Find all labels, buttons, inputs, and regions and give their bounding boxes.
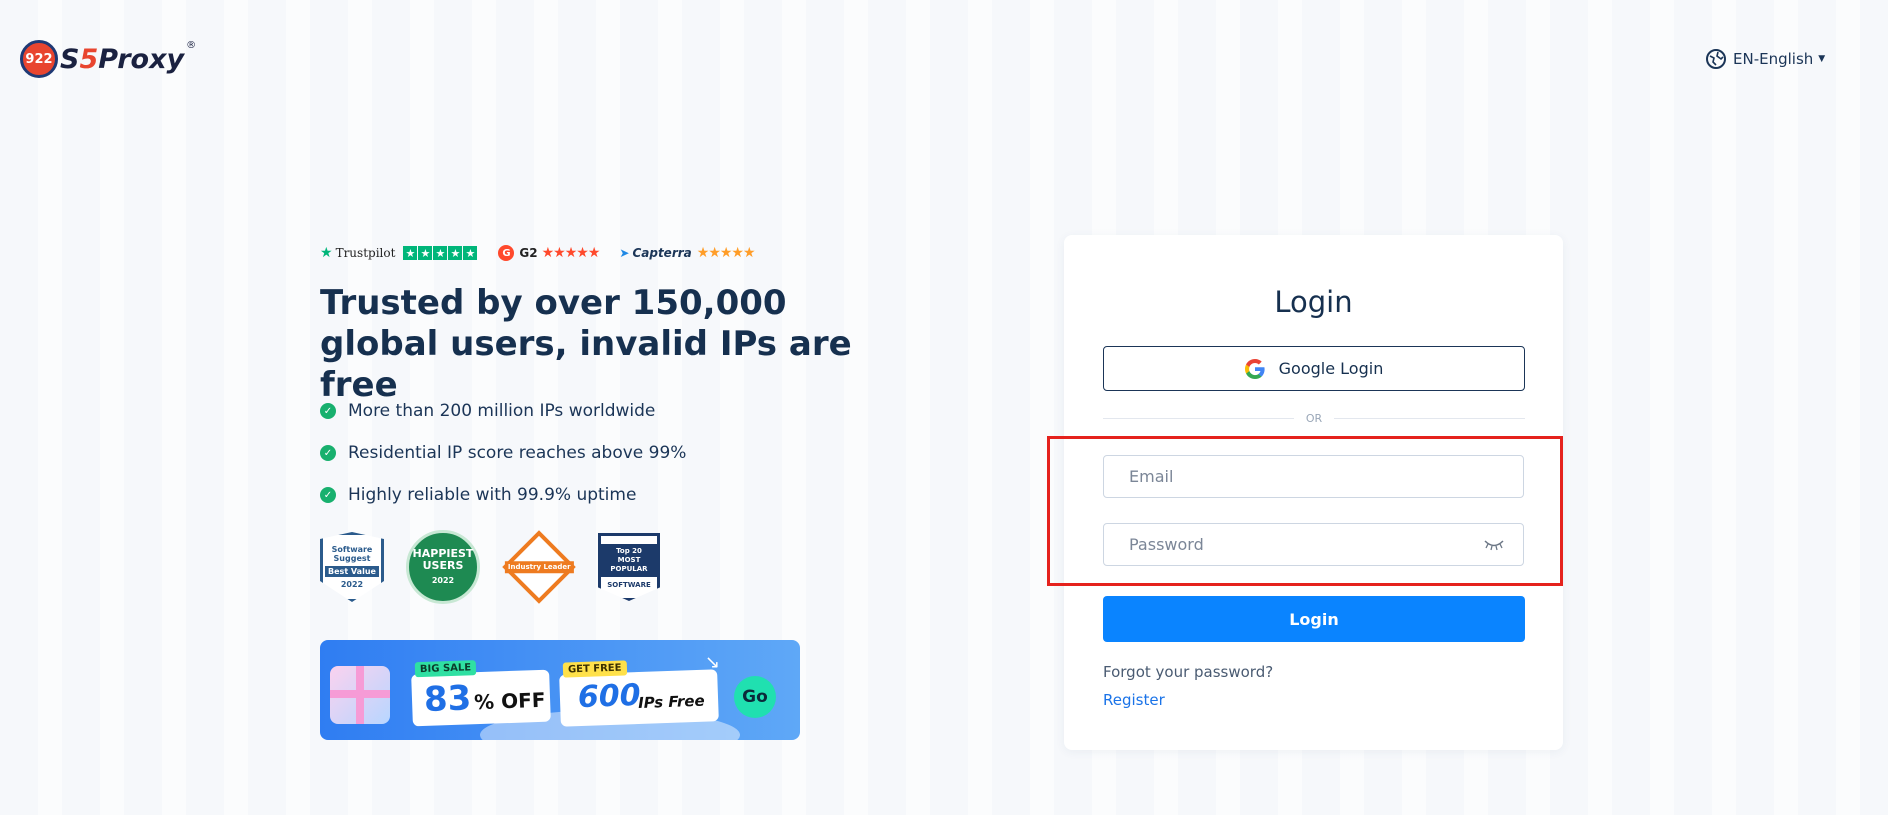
free-ip-suffix: IPs Free (637, 691, 705, 713)
big-sale-tag: BIG SALE (414, 660, 477, 678)
registered-mark: ® (186, 40, 197, 51)
g2-rating: G G2 ★★★★★ (498, 245, 601, 261)
capterra-rating: ➤ Capterra ★★★★★ (619, 245, 756, 261)
language-selector[interactable]: EN-English ▼ (1705, 48, 1825, 70)
login-title: Login (1274, 285, 1353, 319)
chevron-down-icon: ▼ (1818, 54, 1826, 64)
google-icon (1244, 358, 1265, 379)
trustpilot-rating: ★ Trustpilot ★ ★ ★ ★ ★ (320, 245, 478, 261)
capterra-logo-icon: ➤ (619, 246, 630, 260)
capterra-name: Capterra (632, 246, 692, 260)
eye-closed-icon[interactable] (1483, 538, 1505, 552)
promo-banner[interactable]: BIG SALE 83 % OFF GET FREE 600 IPs Free … (320, 640, 800, 740)
trustpilot-star-icon: ★ (320, 245, 333, 261)
curved-arrow-icon: ↘ (705, 652, 721, 673)
brand-logo[interactable]: 922 S5Proxy ® (20, 40, 196, 78)
register-link[interactable]: Register (1103, 691, 1165, 709)
email-input[interactable] (1129, 467, 1459, 486)
get-free-tag: GET FREE (562, 660, 627, 678)
feature-list: ✓ More than 200 million IPs worldwide ✓ Re… (320, 390, 686, 516)
password-input[interactable] (1129, 535, 1459, 554)
go-button[interactable]: Go (734, 676, 776, 718)
discount-card: BIG SALE 83 % OFF (411, 660, 551, 727)
hero-headline: Trusted by over 150,000 global users, in… (320, 283, 852, 405)
most-popular-badge: Top 20 MOST POPULAR SOFTWARE (598, 533, 660, 601)
background-pattern (0, 0, 1888, 815)
or-divider: OR (1103, 411, 1525, 425)
login-card: Login Google Login OR Login Forgot your … (1064, 235, 1563, 750)
g2-stars: ★★★★★ (541, 245, 601, 261)
login-submit-button[interactable]: Login (1103, 596, 1525, 642)
check-circle-icon: ✓ (320, 487, 336, 503)
feature-item: ✓ Highly reliable with 99.9% uptime (320, 474, 686, 516)
discount-suffix: % OFF (473, 687, 546, 715)
globe-icon (1706, 49, 1726, 69)
trustpilot-stars: ★ ★ ★ ★ ★ (403, 246, 478, 260)
discount-value: 83 (423, 678, 473, 720)
logo-text: S5Proxy (60, 43, 185, 75)
forgot-password-link[interactable]: Forgot your password? (1103, 663, 1273, 681)
feature-item: ✓ Residential IP score reaches above 99% (320, 432, 686, 474)
language-label: EN-English (1733, 50, 1814, 68)
password-field[interactable] (1103, 523, 1524, 566)
check-circle-icon: ✓ (320, 445, 336, 461)
email-field[interactable] (1103, 455, 1524, 498)
capterra-stars: ★★★★★ (696, 245, 756, 261)
software-suggest-badge: Software Suggest Best Value 2022 (320, 532, 384, 602)
g2-logo-icon: G (498, 245, 515, 261)
happiest-users-badge: HAPPIEST USERS 2022 (406, 530, 480, 604)
free-ip-count: 600 (577, 677, 642, 716)
ratings-row: ★ Trustpilot ★ ★ ★ ★ ★ G G2 ★★★★★ ➤ Capterra… (320, 245, 775, 261)
free-ips-card: GET FREE 600 IPs Free (559, 660, 719, 727)
feature-item: ✓ More than 200 million IPs worldwide (320, 390, 686, 432)
google-login-label: Google Login (1278, 359, 1384, 378)
gift-box-icon (330, 666, 390, 724)
google-login-button[interactable]: Google Login (1103, 346, 1525, 391)
logo-globe-icon: 922 (20, 40, 58, 78)
trustpilot-name: Trustpilot (335, 246, 396, 260)
check-circle-icon: ✓ (320, 403, 336, 419)
g2-name: G2 (519, 246, 538, 260)
industry-leader-badge: Industry Leader (502, 530, 576, 604)
award-badges: Software Suggest Best Value 2022 HAPPIES… (320, 530, 682, 604)
